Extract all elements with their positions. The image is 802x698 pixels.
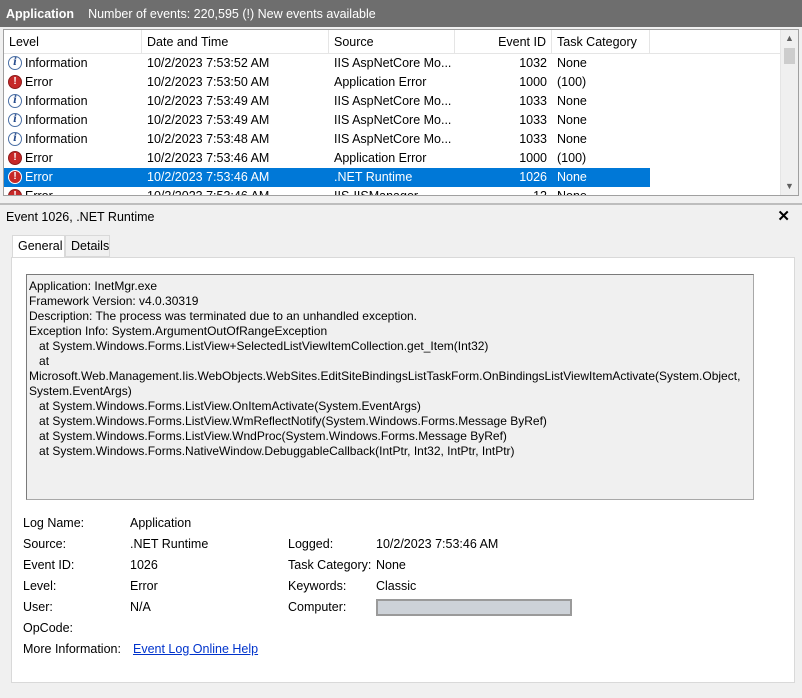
bottom-border — [0, 688, 802, 698]
row-level: Error — [25, 170, 53, 184]
information-icon: i — [8, 56, 22, 70]
scroll-up-icon[interactable]: ▲ — [781, 30, 798, 46]
row-task-category: None — [557, 56, 587, 70]
user-value: N/A — [130, 600, 151, 614]
event-id-label: Event ID: — [23, 558, 75, 572]
scrollbar-thumb[interactable] — [784, 48, 795, 64]
level-label: Level: — [23, 579, 57, 593]
event-detail-header: Event 1026, .NET Runtime ✕ — [0, 203, 802, 227]
opcode-label: OpCode: — [23, 621, 74, 635]
row-event-id: 1032 — [519, 56, 547, 70]
event-detail-title: Event 1026, .NET Runtime — [6, 210, 155, 224]
logged-label: Logged: — [288, 537, 334, 551]
information-icon: i — [8, 113, 22, 127]
error-icon: ! — [8, 75, 22, 89]
scroll-down-icon[interactable]: ▼ — [781, 178, 798, 194]
event-row[interactable]: ! Error 10/2/2023 7:53:46 AM IIS-IISManager… — [4, 187, 650, 196]
row-source: Application Error — [334, 75, 427, 89]
log-name-value: Application — [130, 516, 192, 530]
event-row[interactable]: ! Error 10/2/2023 7:53:50 AM Application Er… — [4, 73, 650, 92]
row-event-id: 1000 — [519, 75, 547, 89]
close-icon[interactable]: ✕ — [777, 207, 790, 225]
row-level: Error — [25, 151, 53, 165]
event-row[interactable]: i Information 10/2/2023 7:53:49 AM IIS AspN… — [4, 111, 650, 130]
computer-value-redacted — [376, 599, 572, 616]
row-level: Error — [25, 75, 53, 89]
event-list[interactable]: Level Date and Time Source Event ID Task… — [3, 29, 799, 196]
task-category-label: Task Category: — [288, 558, 372, 572]
column-header-event-id[interactable]: Event ID — [455, 30, 552, 54]
event-row[interactable]: ! Error 10/2/2023 7:53:46 AM Application Er… — [4, 149, 650, 168]
row-task-category: (100) — [557, 151, 587, 165]
list-header: Level Date and Time Source Event ID Task… — [4, 30, 780, 54]
row-source: .NET Runtime — [334, 170, 413, 184]
row-date-time: 10/2/2023 7:53:49 AM — [147, 113, 270, 127]
general-tab-panel: Application: InetMgr.exe Framework Versi… — [11, 257, 795, 683]
level-value: Error — [130, 579, 158, 593]
event-row[interactable]: i Information 10/2/2023 7:53:52 AM IIS AspN… — [4, 54, 650, 73]
row-event-id: 1033 — [519, 132, 547, 146]
row-level: Error — [25, 189, 53, 196]
row-date-time: 10/2/2023 7:53:46 AM — [147, 151, 270, 165]
user-label: User: — [23, 600, 53, 614]
information-icon: i — [8, 94, 22, 108]
row-level: Information — [25, 56, 88, 70]
row-event-id: 1033 — [519, 113, 547, 127]
row-source: IIS AspNetCore Mo... — [334, 113, 452, 127]
row-task-category: None — [557, 113, 587, 127]
row-task-category: None — [557, 132, 587, 146]
logged-value: 10/2/2023 7:53:46 AM — [376, 537, 499, 551]
computer-label: Computer: — [288, 600, 347, 614]
row-task-category: None — [557, 189, 587, 196]
row-level: Information — [25, 94, 88, 108]
event-description[interactable]: Application: InetMgr.exe Framework Versi… — [26, 274, 754, 500]
row-date-time: 10/2/2023 7:53:48 AM — [147, 132, 270, 146]
keywords-label: Keywords: — [288, 579, 347, 593]
title-bar: Application Number of events: 220,595 (!… — [0, 0, 802, 27]
log-name-label: Log Name: — [23, 516, 85, 530]
row-date-time: 10/2/2023 7:53:50 AM — [147, 75, 270, 89]
error-icon: ! — [8, 170, 22, 184]
column-header-source[interactable]: Source — [329, 30, 455, 54]
row-task-category: None — [557, 94, 587, 108]
list-scrollbar[interactable]: ▲ ▼ — [780, 30, 798, 195]
information-icon: i — [8, 132, 22, 146]
source-label: Source: — [23, 537, 67, 551]
row-source: Application Error — [334, 151, 427, 165]
event-id-value: 1026 — [130, 558, 158, 572]
row-source: IIS AspNetCore Mo... — [334, 94, 452, 108]
row-date-time: 10/2/2023 7:53:52 AM — [147, 56, 270, 70]
task-category-value: None — [376, 558, 406, 572]
row-source: IIS AspNetCore Mo... — [334, 56, 452, 70]
row-event-id: 1033 — [519, 94, 547, 108]
row-date-time: 10/2/2023 7:53:46 AM — [147, 170, 270, 184]
row-source: IIS-IISManager — [334, 189, 419, 196]
event-log-online-help-link[interactable]: Event Log Online Help — [133, 642, 258, 656]
row-event-id: 12 — [533, 189, 547, 196]
more-information-label: More Information: — [23, 642, 121, 656]
row-level: Information — [25, 113, 88, 127]
event-count-status: Number of events: 220,595 (!) New events… — [88, 6, 376, 21]
event-row[interactable]: i Information 10/2/2023 7:53:49 AM IIS AspN… — [4, 92, 650, 111]
row-source: IIS AspNetCore Mo... — [334, 132, 452, 146]
event-row[interactable]: i Information 10/2/2023 7:53:48 AM IIS AspN… — [4, 130, 650, 149]
column-header-task-category[interactable]: Task Category — [552, 30, 650, 54]
row-task-category: None — [557, 170, 587, 184]
row-task-category: (100) — [557, 75, 587, 89]
row-event-id: 1026 — [519, 170, 547, 184]
column-header-date-time[interactable]: Date and Time — [142, 30, 329, 54]
event-row-selected[interactable]: ! Error 10/2/2023 7:53:46 AM .NET Runtime 10… — [4, 168, 650, 187]
row-date-time: 10/2/2023 7:53:49 AM — [147, 94, 270, 108]
row-date-time: 10/2/2023 7:53:46 AM — [147, 189, 270, 196]
tab-details[interactable]: Details — [65, 235, 110, 257]
row-level: Information — [25, 132, 88, 146]
source-value: .NET Runtime — [130, 537, 209, 551]
column-header-level[interactable]: Level — [4, 30, 142, 54]
log-name-title: Application — [6, 6, 75, 21]
row-event-id: 1000 — [519, 151, 547, 165]
keywords-value: Classic — [376, 579, 417, 593]
tab-general[interactable]: General — [12, 235, 65, 258]
error-icon: ! — [8, 189, 22, 195]
error-icon: ! — [8, 151, 22, 165]
